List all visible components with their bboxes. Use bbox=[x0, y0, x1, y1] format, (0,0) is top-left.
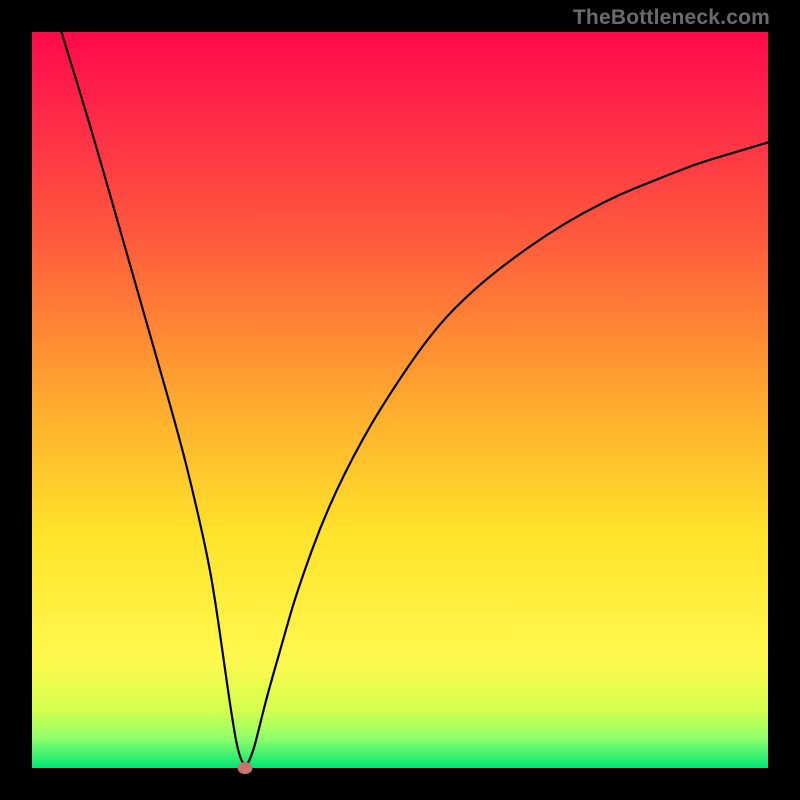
bottleneck-curve bbox=[32, 32, 768, 768]
chart-frame: TheBottleneck.com bbox=[0, 0, 800, 800]
minimum-marker bbox=[238, 762, 253, 774]
plot-area bbox=[32, 32, 768, 768]
watermark-text: TheBottleneck.com bbox=[573, 6, 770, 30]
